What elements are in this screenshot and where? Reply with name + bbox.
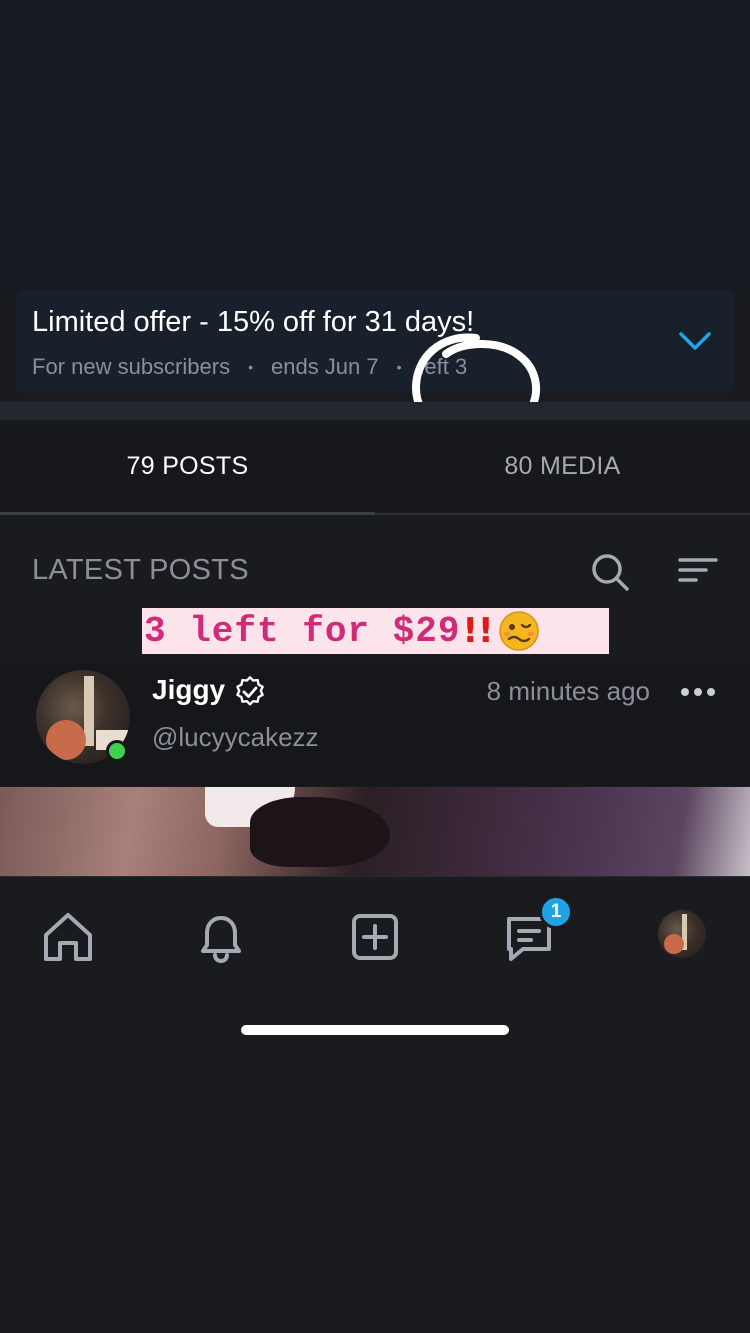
bottom-navigation: 1 (0, 876, 750, 994)
verified-icon (236, 676, 264, 706)
messages-unread-badge: 1 (539, 895, 573, 929)
more-icon[interactable] (680, 686, 716, 698)
offer-details: For new subscribers • ends Jun 7 • left … (32, 354, 467, 380)
offer-title: Limited offer - 15% off for 31 days! (32, 306, 475, 338)
section-divider (0, 402, 750, 420)
home-indicator[interactable] (241, 1025, 509, 1035)
search-icon[interactable] (590, 552, 630, 592)
home-icon[interactable] (40, 909, 96, 965)
plus-square-icon[interactable] (347, 909, 403, 965)
sort-icon[interactable] (678, 556, 718, 590)
double-exclamation-icon: !! (462, 611, 494, 651)
post-media-image[interactable] (0, 787, 750, 876)
post-card[interactable]: Jiggy @lucyycakezz 8 minutes ago (0, 664, 750, 786)
offer-ends: ends Jun 7 (270, 354, 379, 379)
profile-avatar-tab[interactable] (658, 910, 706, 958)
online-status-indicator (106, 740, 128, 762)
active-tab-indicator (0, 512, 375, 515)
offer-separator-2: • (396, 359, 402, 375)
offer-audience: For new subscribers (32, 354, 231, 379)
author-name[interactable]: Jiggy (152, 674, 225, 706)
post-timestamp: 8 minutes ago (486, 676, 650, 706)
limited-offer-card[interactable]: Limited offer - 15% off for 31 days! For… (16, 290, 734, 393)
overlay-caption-text: 3 left for $29 (144, 610, 461, 652)
profile-tabs: 79 POSTS 80 MEDIA (0, 420, 750, 515)
tab-posts[interactable]: 79 POSTS (0, 420, 375, 513)
bell-icon[interactable] (193, 909, 249, 965)
chevron-down-icon[interactable] (678, 330, 712, 352)
tab-media[interactable]: 80 MEDIA (375, 420, 750, 513)
offer-separator: • (248, 359, 253, 375)
author-handle[interactable]: @lucyycakezz (152, 722, 319, 753)
profile-cover (0, 0, 750, 290)
woozy-face-emoji-icon (499, 611, 540, 651)
latest-posts-heading: LATEST POSTS (32, 554, 249, 586)
story-caption-overlay: 3 left for $29 !! (142, 608, 609, 654)
